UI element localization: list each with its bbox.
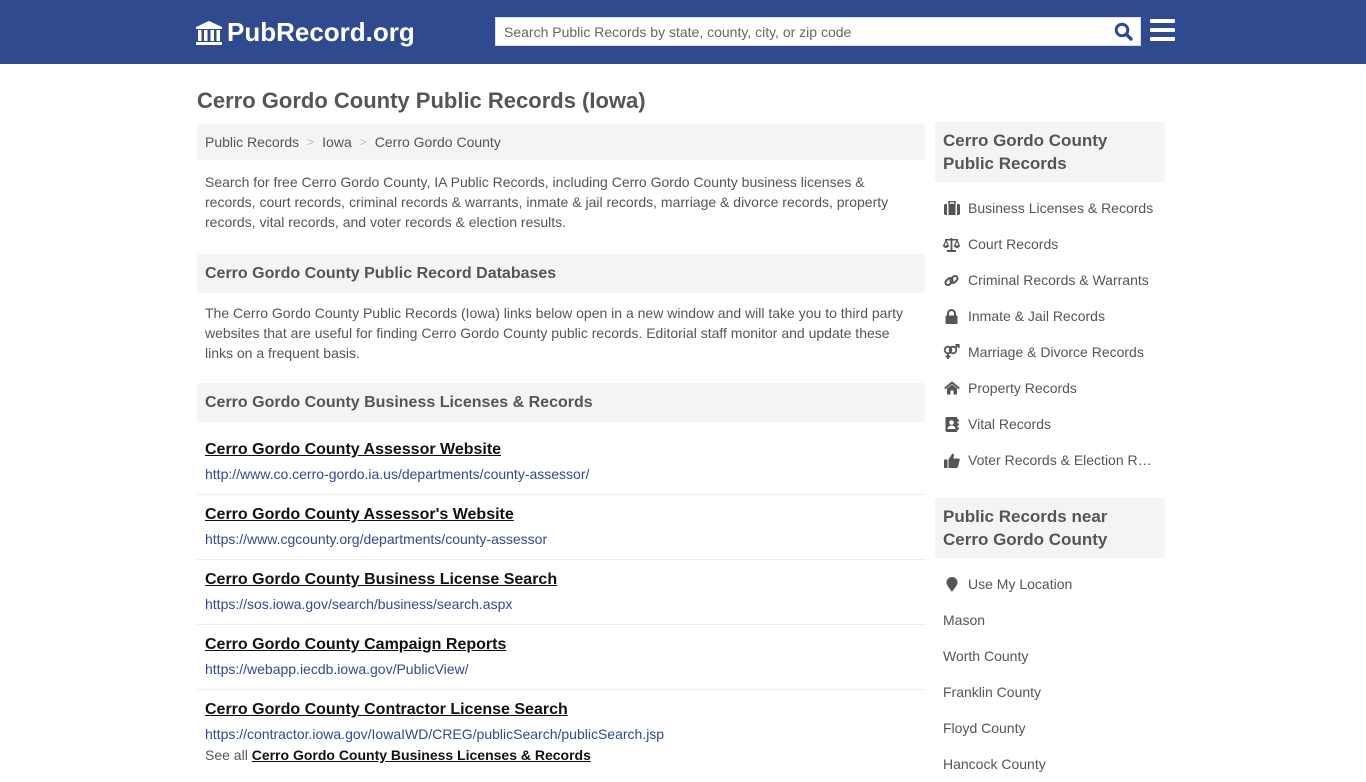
- sidebar-item-marriage-records[interactable]: Marriage & Divorce Records: [935, 334, 1165, 370]
- sidebar-item-court-records[interactable]: Court Records: [935, 226, 1165, 262]
- use-my-location-button[interactable]: Use My Location: [935, 566, 1165, 602]
- courthouse-icon: [196, 20, 222, 45]
- intro-text: Search for free Cerro Gordo County, IA P…: [205, 174, 889, 230]
- breadcrumb-public-records[interactable]: Public Records: [205, 134, 299, 150]
- sidebar-records-heading: Cerro Gordo County Public Records: [935, 122, 1165, 182]
- databases-description: The Cerro Gordo County Public Records (I…: [205, 305, 904, 361]
- menu-bar: [1150, 37, 1175, 41]
- link-title[interactable]: Cerro Gordo County Contractor License Se…: [205, 700, 917, 720]
- business-links-list: Cerro Gordo County Assessor Website http…: [197, 430, 925, 746]
- nearby-item-hancock-county[interactable]: Hancock County: [935, 746, 1165, 782]
- sidebar-item-property-records[interactable]: Property Records: [935, 370, 1165, 406]
- map-marker-icon: [943, 576, 960, 593]
- link-icon: [943, 272, 960, 289]
- menu-bar: [1150, 19, 1175, 23]
- address-book-icon: [943, 416, 960, 433]
- breadcrumb-iowa[interactable]: Iowa: [322, 134, 352, 150]
- list-item: Cerro Gordo County Business License Sear…: [197, 560, 925, 625]
- list-item: Cerro Gordo County Contractor License Se…: [197, 690, 925, 746]
- link-title[interactable]: Cerro Gordo County Assessor's Website: [205, 505, 917, 525]
- search-icon: [1114, 22, 1133, 41]
- sidebar-records-list: Business Licenses & Records Court Record…: [935, 182, 1165, 478]
- breadcrumb-cerro-gordo-county[interactable]: Cerro Gordo County: [375, 134, 501, 150]
- list-item: Cerro Gordo County Assessor's Website ht…: [197, 495, 925, 560]
- thumbs-up-icon: [943, 452, 960, 469]
- sidebar-item-label: Criminal Records & Warrants: [968, 272, 1149, 288]
- sidebar-item-voter-records[interactable]: Voter Records & Election Results: [935, 442, 1165, 478]
- sidebar-item-criminal-records[interactable]: Criminal Records & Warrants: [935, 262, 1165, 298]
- business-licenses-heading: Cerro Gordo County Business Licenses & R…: [197, 383, 925, 422]
- link-title[interactable]: Cerro Gordo County Business License Sear…: [205, 570, 917, 590]
- page-title: Cerro Gordo County Public Records (Iowa): [197, 88, 646, 113]
- venus-mars-icon: [943, 344, 960, 361]
- breadcrumb: Public Records > Iowa > Cerro Gordo Coun…: [197, 124, 925, 160]
- see-all-business-link[interactable]: Cerro Gordo County Business Licenses & R…: [252, 747, 591, 763]
- briefcase-icon: [943, 200, 960, 217]
- link-url[interactable]: https://webapp.iecdb.iowa.gov/PublicView…: [205, 659, 917, 679]
- link-url[interactable]: http://www.co.cerro-gordo.ia.us/departme…: [205, 464, 917, 484]
- sidebar-item-business-licenses[interactable]: Business Licenses & Records: [935, 190, 1165, 226]
- nearby-item-mason[interactable]: Mason: [935, 602, 1165, 638]
- top-navbar: PubRecord.org: [0, 0, 1366, 64]
- list-item: Cerro Gordo County Assessor Website http…: [197, 430, 925, 495]
- nearby-list: Use My Location Mason Worth County Frank…: [935, 558, 1165, 782]
- main-content: Public Records > Iowa > Cerro Gordo Coun…: [197, 124, 925, 764]
- scale-icon: [943, 236, 960, 253]
- nearby-item-floyd-county[interactable]: Floyd County: [935, 710, 1165, 746]
- link-url[interactable]: https://contractor.iowa.gov/IowaIWD/CREG…: [205, 724, 917, 744]
- sidebar-item-label: Vital Records: [968, 416, 1052, 432]
- site-logo[interactable]: PubRecord.org: [195, 17, 415, 48]
- sidebar-item-vital-records[interactable]: Vital Records: [935, 406, 1165, 442]
- sidebar-item-label: Court Records: [968, 236, 1059, 252]
- see-all-row: See all Cerro Gordo County Business Lice…: [197, 746, 925, 764]
- search-input[interactable]: [496, 18, 1106, 45]
- menu-bar: [1150, 28, 1175, 32]
- nearby-item-worth-county[interactable]: Worth County: [935, 638, 1165, 674]
- sidebar-item-label: Marriage & Divorce Records: [968, 344, 1144, 360]
- search-button[interactable]: [1106, 18, 1140, 45]
- hamburger-menu-button[interactable]: [1150, 19, 1175, 41]
- breadcrumb-separator: >: [307, 135, 315, 149]
- link-url[interactable]: https://www.cgcounty.org/departments/cou…: [205, 529, 917, 549]
- sidebar-item-label: Property Records: [968, 380, 1077, 396]
- breadcrumb-separator: >: [359, 135, 367, 149]
- link-url[interactable]: https://sos.iowa.gov/search/business/sea…: [205, 594, 917, 614]
- logo-text: PubRecord.org: [227, 17, 415, 47]
- home-icon: [943, 380, 960, 397]
- sidebar-nearby-heading: Public Records near Cerro Gordo County: [935, 498, 1165, 558]
- link-title[interactable]: Cerro Gordo County Assessor Website: [205, 440, 917, 460]
- nearby-item-franklin-county[interactable]: Franklin County: [935, 674, 1165, 710]
- see-all-prefix: See all: [205, 747, 248, 763]
- lock-icon: [943, 308, 960, 325]
- sidebar-item-inmate-records[interactable]: Inmate & Jail Records: [935, 298, 1165, 334]
- sidebar: Cerro Gordo County Public Records Busine…: [935, 122, 1165, 782]
- sidebar-item-label: Business Licenses & Records: [968, 200, 1154, 216]
- search-bar: [495, 17, 1141, 46]
- sidebar-item-label: Inmate & Jail Records: [968, 308, 1105, 324]
- use-my-location-label: Use My Location: [968, 576, 1073, 592]
- link-title[interactable]: Cerro Gordo County Campaign Reports: [205, 635, 917, 655]
- databases-heading: Cerro Gordo County Public Record Databas…: [197, 254, 925, 293]
- list-item: Cerro Gordo County Campaign Reports http…: [197, 625, 925, 690]
- sidebar-item-label: Voter Records & Election Results: [968, 452, 1158, 468]
